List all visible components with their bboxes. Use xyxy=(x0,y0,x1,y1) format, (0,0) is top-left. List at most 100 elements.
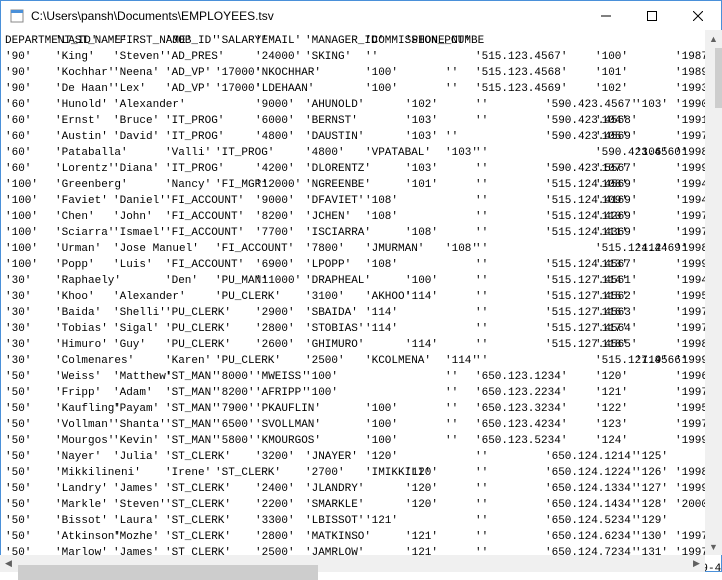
data-cell: '121' xyxy=(365,513,404,529)
data-cell: 'Steven' xyxy=(113,49,172,65)
data-cell: 'PU_CLERK' xyxy=(165,305,237,321)
data-cell: 'ST_CLERK' xyxy=(165,481,237,497)
data-cell: '50' xyxy=(5,513,37,529)
data-cell: 'ST_CLERK' xyxy=(165,529,237,545)
data-cell: '' xyxy=(445,65,464,81)
titlebar: C:\Users\pansh\Documents\EMPLOYEES.tsv xyxy=(1,1,721,31)
data-cell: 'GHIMURO' xyxy=(305,337,370,353)
data-cell: 'JLANDRY' xyxy=(305,481,370,497)
vertical-scrollbar[interactable]: ▲ ▼ xyxy=(705,30,722,555)
maximize-button[interactable] xyxy=(629,1,675,31)
vertical-scroll-thumb[interactable] xyxy=(715,48,722,108)
table-row: '90''De Haan''Lex''AD_VP''17000''LDEHAAN… xyxy=(5,81,717,97)
data-cell: '30' xyxy=(5,353,37,369)
table-row: '60''Pataballa''Valli''IT_PROG''4800''VP… xyxy=(5,145,717,161)
header-cell: 'PHONE_NUMBE xyxy=(405,33,490,49)
data-cell: 'Mozhe' xyxy=(113,529,165,545)
data-cell: '' xyxy=(475,449,494,465)
data-cell: '50' xyxy=(5,465,37,481)
minimize-button[interactable] xyxy=(583,1,629,31)
data-cell: 'ST_CLERK' xyxy=(165,497,237,513)
data-cell: 'PU_CLERK' xyxy=(215,289,287,305)
data-cell: '' xyxy=(475,321,494,337)
data-cell: 'FI_ACCOUNT' xyxy=(165,225,250,241)
data-cell: 'Urman' xyxy=(55,241,107,257)
data-cell: 'Colmenares' xyxy=(55,353,140,369)
data-cell: '100' xyxy=(365,65,404,81)
data-cell: '103' xyxy=(405,161,444,177)
scroll-right-icon[interactable]: ▶ xyxy=(688,555,705,572)
data-cell: '100' xyxy=(365,433,404,449)
data-cell: '515.123.4568' xyxy=(475,65,573,81)
data-cell: 'Den' xyxy=(165,273,204,289)
data-cell: 'Bruce' xyxy=(113,113,165,129)
data-cell: '104' xyxy=(595,113,634,129)
data-cell: 'Sigal' xyxy=(113,321,165,337)
data-cell: 'IT_PROG' xyxy=(165,129,230,145)
data-cell: '103' xyxy=(405,113,444,129)
table-row: '30''Tobias''Sigal''PU_CLERK''2800''STOB… xyxy=(5,321,717,337)
data-cell: '8200' xyxy=(215,385,261,401)
data-cell: '107' xyxy=(595,161,634,177)
data-cell: 'Faviet' xyxy=(55,193,114,209)
data-cell: '2200' xyxy=(255,497,301,513)
table-row: '50''Atkinson''Mozhe''ST_CLERK''2800''MA… xyxy=(5,529,717,545)
data-cell: 'FI_ACCOUNT' xyxy=(165,193,250,209)
close-button[interactable] xyxy=(675,1,721,31)
data-cell: '' xyxy=(475,465,494,481)
data-cell: '100' xyxy=(5,257,44,273)
data-cell: '590.423.4567' xyxy=(545,97,643,113)
scroll-down-icon[interactable]: ▼ xyxy=(705,538,722,555)
data-cell: '90' xyxy=(5,65,37,81)
data-cell: 'De Haan' xyxy=(55,81,120,97)
data-cell: '' xyxy=(475,513,494,529)
data-cell: '' xyxy=(475,209,494,225)
app-icon xyxy=(9,8,25,24)
data-cell: '9000' xyxy=(255,193,301,209)
data-cell: '50' xyxy=(5,385,37,401)
scroll-up-icon[interactable]: ▲ xyxy=(705,30,722,47)
data-cell: '' xyxy=(475,193,494,209)
data-cell: '114' xyxy=(405,289,444,305)
data-cell: '' xyxy=(475,177,494,193)
data-cell: '114' xyxy=(595,273,634,289)
data-cell: '4800' xyxy=(305,145,351,161)
table-row: '100''Faviet''Daniel''FI_ACCOUNT''9000''… xyxy=(5,193,717,209)
data-cell: 'Neena' xyxy=(113,65,165,81)
data-cell: 'MATKINSO' xyxy=(305,529,377,545)
data-cell: 'Guy' xyxy=(113,337,152,353)
data-cell: 'KMOURGOS' xyxy=(255,433,327,449)
data-cell: 'Mourgos' xyxy=(55,433,120,449)
data-cell: 'Laura' xyxy=(113,513,165,529)
scroll-left-icon[interactable]: ◀ xyxy=(0,555,17,572)
data-cell: '' xyxy=(475,289,494,305)
data-cell: '100' xyxy=(5,193,44,209)
data-cell: 'Landry' xyxy=(55,481,114,497)
data-cell: 'Kevin' xyxy=(113,433,165,449)
table-row: '60''Lorentz''Diana''IT_PROG''4200''DLOR… xyxy=(5,161,717,177)
data-cell: 'FI_ACCOUNT' xyxy=(215,241,300,257)
data-cell: 'Lex' xyxy=(113,81,152,97)
text-content[interactable]: DEPARTMENT_ID''LAST_NAME''FIRST_NAME''JO… xyxy=(1,31,721,571)
data-cell: '650.123.4234' xyxy=(475,417,573,433)
data-cell: '' xyxy=(475,161,494,177)
data-cell: 'JMURMAN' xyxy=(365,241,430,257)
data-cell: 'Alexander' xyxy=(113,289,192,305)
data-cell: '100' xyxy=(365,81,404,97)
data-cell: 'Hunold' xyxy=(55,97,114,113)
header-cell: 'EMAIL' xyxy=(255,33,307,49)
data-cell: '100' xyxy=(5,209,44,225)
main-window: C:\Users\pansh\Documents\EMPLOYEES.tsv D… xyxy=(0,0,722,572)
data-cell: 'Steven' xyxy=(113,497,172,513)
table-row: '60''Austin''David''IT_PROG''4800''DAUST… xyxy=(5,129,717,145)
data-cell: 'PU_CLERK' xyxy=(165,321,237,337)
data-cell: '6900' xyxy=(255,257,301,273)
data-cell: '103' xyxy=(635,97,674,113)
horizontal-scroll-thumb[interactable] xyxy=(18,565,318,580)
data-cell: '7800' xyxy=(305,241,351,257)
data-cell: '112' xyxy=(635,241,674,257)
data-cell: 'Vollman' xyxy=(55,417,120,433)
horizontal-scrollbar[interactable]: ◀ ▶ xyxy=(0,555,705,572)
data-cell: 'David' xyxy=(113,129,165,145)
data-cell: '127' xyxy=(635,481,674,497)
